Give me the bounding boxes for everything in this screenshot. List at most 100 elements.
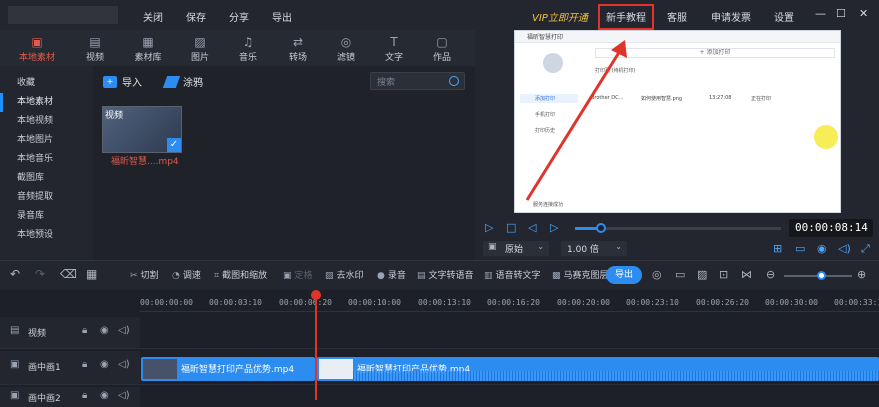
doodle-button[interactable]: 涂鸦 — [162, 74, 203, 89]
speaker-icon[interactable]: ◁) — [118, 359, 130, 370]
pip-track-icon: ▣ — [10, 359, 20, 370]
tool-library[interactable]: ▦ 素材库 — [130, 34, 166, 63]
delete-icon[interactable]: ⌫ — [60, 267, 77, 281]
menu-export[interactable]: 导出 — [272, 9, 292, 24]
timer-icon[interactable]: ◎ — [652, 268, 662, 281]
image-icon: ▨ — [194, 35, 206, 49]
tool-works[interactable]: ▢ 作品 — [424, 34, 460, 63]
doodle-icon — [162, 75, 181, 88]
speed-select[interactable]: 1.00 倍 ⌄ — [561, 241, 627, 256]
sidebar-item-recordings[interactable]: 录音库 — [0, 207, 93, 226]
sidebar-item-screenshots[interactable]: 截图库 — [0, 169, 93, 188]
vip-button[interactable]: VIP立即开通 — [532, 9, 588, 24]
ruler-tick-label: 00:00:26:20 — [696, 298, 749, 307]
maximize-button[interactable]: ☐ — [836, 7, 846, 20]
menu-save[interactable]: 保存 — [186, 9, 206, 24]
sidebar-item-local-image[interactable]: 本地图片 — [0, 131, 93, 150]
crop-zoom-button[interactable]: ⌗ 截图和缩放 — [214, 268, 267, 281]
beginner-tutorial-button[interactable]: 新手教程 — [606, 9, 646, 24]
track-header: ▤ 视频 🔒︎ ◉ ◁) — [0, 317, 140, 348]
menu-close[interactable]: 关闭 — [143, 9, 163, 24]
prev-frame-icon[interactable]: ◁ — [528, 221, 536, 234]
subtitle-icon[interactable]: ▭ — [675, 268, 685, 281]
freeze-icon: ▣ — [283, 271, 292, 281]
cut-button[interactable]: ✂ 切割 — [130, 268, 159, 281]
sidebar-item-local-music[interactable]: 本地音乐 — [0, 150, 93, 169]
menu-share[interactable]: 分享 — [229, 9, 249, 24]
tool-image[interactable]: ▨ 图片 — [182, 34, 218, 63]
playback-handle[interactable] — [596, 223, 606, 233]
lock-icon[interactable]: 🔒︎ — [82, 359, 87, 370]
record-button[interactable]: ● 录音 — [377, 268, 406, 281]
pip-track-icon: ▣ — [10, 390, 20, 401]
playhead[interactable] — [311, 290, 321, 400]
ruler-tick-label: 00:00:10:00 — [348, 298, 401, 307]
playhead-handle[interactable] — [311, 290, 321, 300]
works-icon: ▢ — [436, 35, 448, 49]
next-frame-icon[interactable]: ▷ — [550, 221, 558, 234]
text-to-speech-button[interactable]: ▤ 文字转语音 — [417, 268, 474, 281]
layout-icon[interactable]: ⊞ — [773, 242, 782, 255]
tool-music[interactable]: ♫ 音乐 — [230, 34, 266, 63]
thumbnail-type-badge: 视频 — [105, 111, 124, 121]
sidebar-item-local-video[interactable]: 本地视频 — [0, 112, 93, 131]
mosaic-layer-button[interactable]: ▩ 马赛克图层 — [552, 268, 609, 281]
checkmark-icon[interactable]: ✓ — [167, 138, 181, 152]
remove-watermark-button[interactable]: ▨ 去水印 — [325, 268, 364, 281]
grid-icon[interactable]: ▦ — [86, 267, 97, 281]
volume-icon[interactable]: ◁) — [838, 242, 851, 255]
zoom-out-icon[interactable]: ⊖ — [766, 268, 775, 281]
speed-button[interactable]: ◔ 调速 — [172, 268, 201, 281]
search-icon[interactable] — [449, 76, 459, 86]
invoice-button[interactable]: 申请发票 — [711, 9, 751, 24]
tool-video[interactable]: ▤ 视频 — [77, 34, 113, 63]
eye-icon[interactable]: ◉ — [100, 390, 109, 401]
image-insert-icon[interactable]: ▨ — [697, 268, 707, 281]
zoom-in-icon[interactable]: ⊕ — [857, 268, 866, 281]
sidebar-item-audio-extract[interactable]: 音频提取 — [0, 188, 93, 207]
lock-icon[interactable]: 🔒︎ — [82, 390, 87, 401]
title-bar: 关闭 保存 分享 导出 VIP立即开通 新手教程 客服 申请发票 设置 — ☐ … — [0, 0, 879, 30]
speech-to-text-button[interactable]: ▥ 语音转文字 — [484, 268, 541, 281]
service-button[interactable]: 客服 — [667, 9, 687, 24]
undo-icon[interactable]: ↶ — [10, 267, 20, 281]
eye-icon[interactable]: ◉ — [100, 325, 109, 336]
eye-icon[interactable]: ◉ — [100, 359, 109, 370]
mask-icon[interactable]: ⊡ — [719, 268, 728, 281]
timeline-clip[interactable]: 福昕智慧打印产品优势.mp4 — [317, 357, 879, 381]
playback-progress[interactable] — [575, 223, 781, 233]
snapshot-icon[interactable]: ◉ — [817, 242, 827, 255]
close-window-button[interactable]: ✕ — [859, 7, 868, 20]
sidebar-item-local-media[interactable]: 本地素材 — [0, 93, 93, 112]
search-input[interactable]: 搜索 — [370, 72, 465, 90]
tool-transition[interactable]: ⇄ 转场 — [280, 34, 316, 63]
redo-icon[interactable]: ↷ — [35, 267, 45, 281]
aspect-ratio-select[interactable]: ▣ 原始 ⌄ — [483, 241, 549, 256]
expand-icon[interactable]: ⤢ — [861, 242, 870, 256]
import-button[interactable]: + 导入 — [103, 74, 142, 89]
minimize-button[interactable]: — — [815, 7, 826, 20]
crop-icon: ⌗ — [214, 271, 220, 281]
timecode-display: 00:00:08:14 — [789, 219, 873, 237]
media-thumbnail[interactable]: 视频 ✓ — [102, 106, 182, 153]
fit-icon[interactable]: ⋈ — [741, 268, 752, 281]
settings-button[interactable]: 设置 — [774, 9, 794, 24]
zoom-slider[interactable] — [784, 271, 852, 280]
freeze-button[interactable]: ▣ 定格 — [283, 268, 313, 281]
sidebar-item-presets[interactable]: 本地预设 — [0, 226, 93, 245]
speaker-icon[interactable]: ◁) — [118, 325, 130, 336]
tool-text[interactable]: T 文字 — [376, 34, 412, 63]
fullscreen-preview-icon[interactable]: ▭ — [795, 242, 805, 255]
lock-icon[interactable]: 🔒︎ — [82, 325, 87, 336]
speaker-icon[interactable]: ◁) — [118, 390, 130, 401]
zoom-slider-handle[interactable] — [817, 271, 826, 280]
timeline-clip[interactable]: 福昕智慧打印产品优势.mp4 — [141, 357, 315, 381]
play-icon[interactable]: ▷ — [485, 221, 493, 234]
timeline-ruler[interactable]: 00:00:00:00 00:00:03:10 00:00:06:20 00:0… — [140, 290, 879, 312]
sidebar-item-favorites[interactable]: 收藏 — [0, 74, 93, 93]
tool-filter[interactable]: ◎ 滤镜 — [328, 34, 364, 63]
export-button[interactable]: 导出 — [606, 266, 642, 284]
ruler-tick-label: 00:00:30:00 — [765, 298, 818, 307]
stop-icon[interactable]: □ — [506, 221, 516, 234]
tool-local-media[interactable]: ▣ 本地素材 — [19, 34, 55, 63]
